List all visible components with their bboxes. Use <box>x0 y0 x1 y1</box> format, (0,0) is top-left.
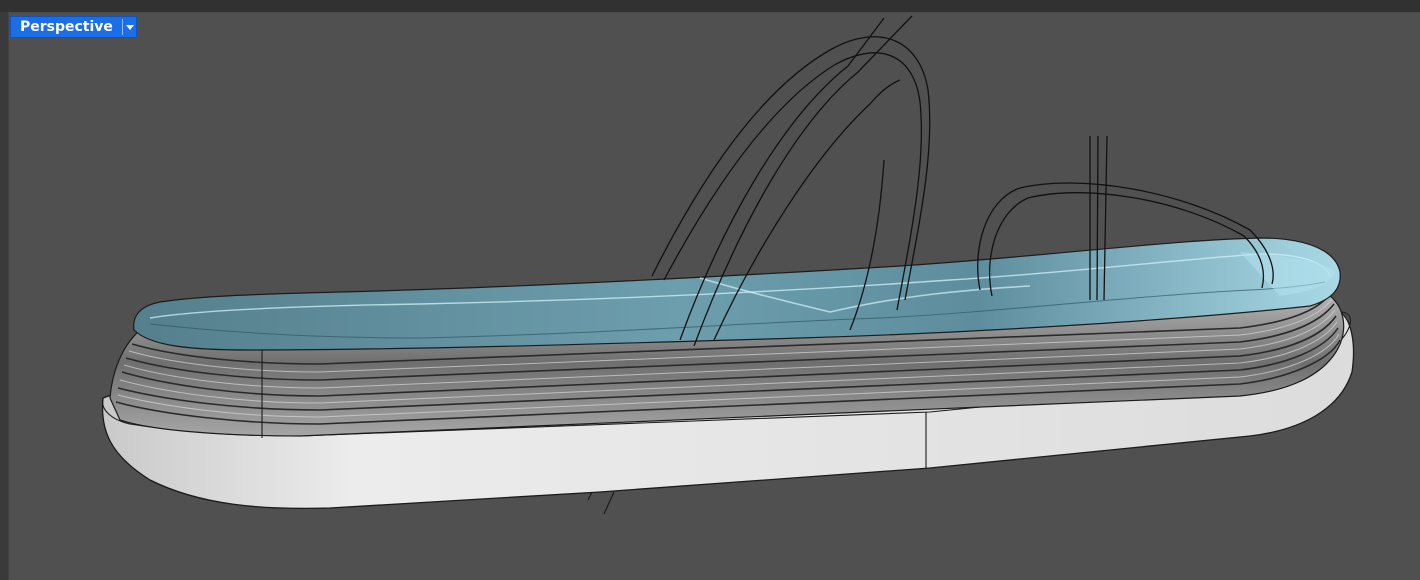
viewport-scene[interactable] <box>0 0 1420 580</box>
viewport-name-label[interactable]: Perspective <box>10 16 122 38</box>
viewport-menu-dropdown[interactable] <box>123 16 137 38</box>
viewport-title-tab[interactable]: Perspective <box>10 16 137 38</box>
chevron-down-icon <box>125 24 134 30</box>
